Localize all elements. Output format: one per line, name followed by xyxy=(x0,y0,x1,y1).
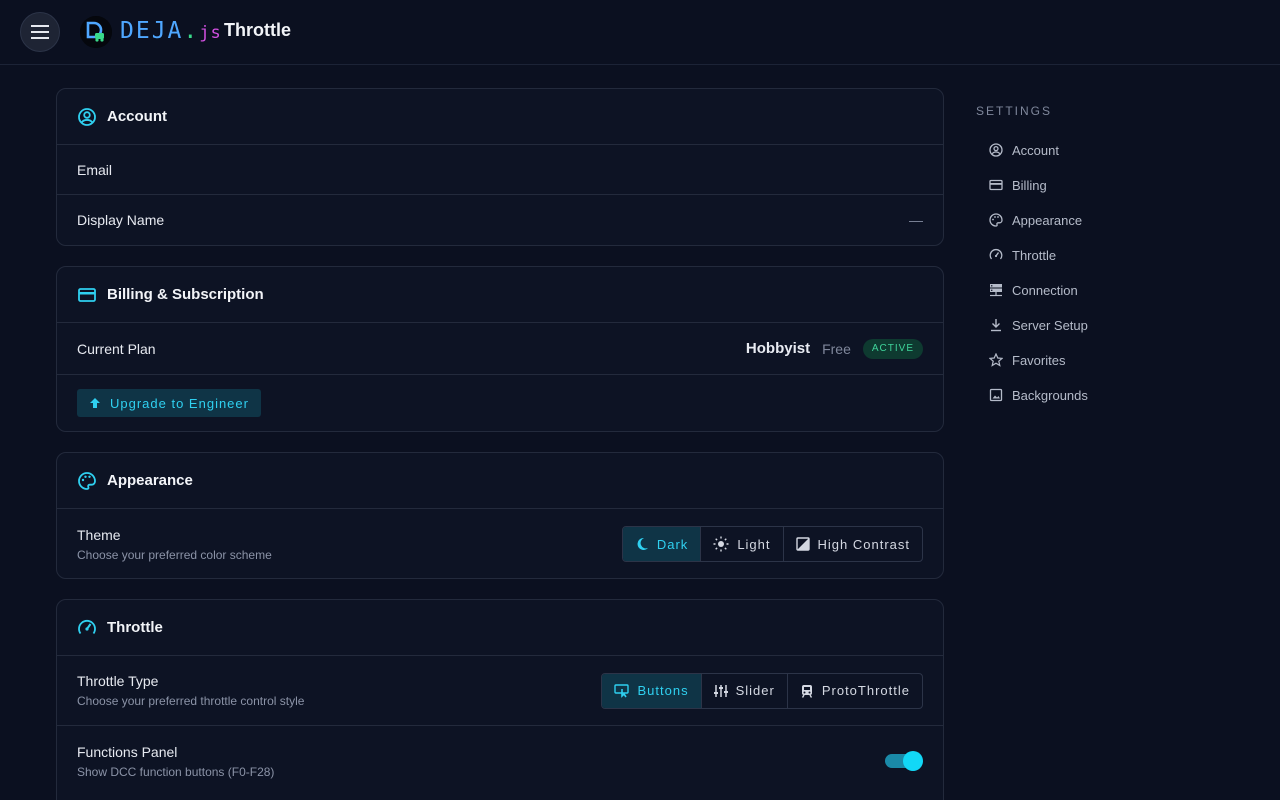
functions-panel-label: Functions Panel xyxy=(77,743,178,760)
speedometer-icon xyxy=(77,618,97,638)
sidebar-item-backgrounds[interactable]: Backgrounds xyxy=(988,385,1088,405)
throttle-type-sub: Choose your preferred throttle control s… xyxy=(77,694,305,708)
status-badge: ACTIVE xyxy=(862,338,923,359)
brand-main: DEJA xyxy=(120,18,184,44)
plan-price: Free xyxy=(822,340,851,357)
functions-panel-sub: Show DCC function buttons (F0-F28) xyxy=(77,764,275,779)
email-row: Email xyxy=(57,145,943,195)
sidebar-item-label: Account xyxy=(1012,142,1059,158)
upgrade-button[interactable]: Upgrade to Engineer xyxy=(77,389,261,417)
tune-icon xyxy=(713,684,728,697)
throttle-option-slider[interactable]: Slider xyxy=(702,673,788,708)
account-circle-icon xyxy=(77,107,97,127)
theme-option-light[interactable]: Light xyxy=(701,527,784,561)
throttle-type-row: Throttle Type Choose your preferred thro… xyxy=(57,656,943,726)
plan-name: Hobbyist xyxy=(745,340,811,357)
theme-option-light-label: Light xyxy=(737,536,771,552)
sidebar-item-label: Favorites xyxy=(1012,352,1066,368)
functions-panel-row: Functions Panel Show DCC function button… xyxy=(57,726,943,796)
throttle-type-text: Throttle Type Choose your preferred thro… xyxy=(77,673,304,708)
plan-info: Hobbyist Free ACTIVE xyxy=(745,338,923,359)
throttle-option-buttons-label: Buttons xyxy=(637,683,689,698)
sidebar-item-billing[interactable]: Billing xyxy=(988,175,1047,195)
server-network-icon xyxy=(988,282,1004,298)
account-title: Account xyxy=(107,108,167,125)
billing-card: Billing & Subscription Current Plan Hobb… xyxy=(56,266,944,432)
palette-icon xyxy=(988,212,1004,228)
throttle-title: Throttle xyxy=(107,619,163,636)
appearance-title: Appearance xyxy=(107,472,193,489)
appearance-card: Appearance Theme Choose your preferred c… xyxy=(56,452,944,579)
sidebar-item-connection[interactable]: Connection xyxy=(988,280,1078,300)
sidebar-item-favorites[interactable]: Favorites xyxy=(988,350,1065,370)
throttle-card: Throttle Throttle Type Choose your prefe… xyxy=(56,599,944,800)
sidebar-item-throttle[interactable]: Throttle xyxy=(988,245,1056,265)
theme-sub: Choose your preferred color scheme xyxy=(77,547,272,562)
sidebar-item-account[interactable]: Account xyxy=(988,140,1059,160)
theme-row: Theme Choose your preferred color scheme… xyxy=(57,509,943,579)
theme-option-dark-label: Dark xyxy=(656,536,689,552)
moon-icon xyxy=(637,537,648,550)
gesture-tap-icon xyxy=(613,683,629,698)
sidebar-item-label: Backgrounds xyxy=(1012,387,1088,403)
appearance-card-header: Appearance xyxy=(57,453,943,509)
settings-heading: SETTINGS xyxy=(976,104,1053,118)
star-icon xyxy=(988,352,1004,368)
throttle-type-selector: Buttons Slider ProtoThrottle xyxy=(600,672,923,709)
billing-title: Billing & Subscription xyxy=(107,286,264,303)
sidebar-item-label: Billing xyxy=(1012,177,1047,193)
credit-card-icon xyxy=(988,177,1004,193)
theme-selector: Dark Light High Contrast xyxy=(621,526,923,562)
sidebar-item-appearance[interactable]: Appearance xyxy=(988,210,1082,230)
throttle-type-label: Throttle Type xyxy=(77,673,159,689)
brand-js: js xyxy=(199,23,222,43)
hamburger-icon xyxy=(31,25,49,39)
throttle-option-buttons[interactable]: Buttons xyxy=(601,673,702,708)
upgrade-label: Upgrade to Engineer xyxy=(110,395,249,411)
account-card: Account Email Display Name — xyxy=(56,88,944,246)
palette-icon xyxy=(77,471,97,491)
toggle-knob xyxy=(903,751,923,771)
current-plan-row: Current Plan Hobbyist Free ACTIVE xyxy=(57,323,943,375)
sidebar-item-label: Connection xyxy=(1012,282,1078,298)
throttle-option-protothrottle-label: ProtoThrottle xyxy=(821,683,910,698)
throttle-card-header: Throttle xyxy=(57,600,943,656)
sidebar-item-label: Server Setup xyxy=(1012,317,1088,333)
theme-option-dark[interactable]: Dark xyxy=(622,527,702,561)
sidebar-item-label: Appearance xyxy=(1012,212,1083,228)
brand-wordmark: DEJA . js xyxy=(120,18,222,48)
theme-option-high-contrast[interactable]: High Contrast xyxy=(784,527,922,561)
display-name-value: — xyxy=(909,212,923,228)
contrast-icon xyxy=(795,537,810,551)
account-circle-icon xyxy=(988,142,1004,158)
theme-label: Theme xyxy=(77,526,121,543)
email-label: Email xyxy=(77,161,113,178)
image-icon xyxy=(988,387,1004,403)
arrow-up-icon xyxy=(90,398,100,408)
page-title: Throttle xyxy=(224,20,291,40)
throttle-option-protothrottle[interactable]: ProtoThrottle xyxy=(788,674,922,708)
display-name-label: Display Name xyxy=(77,212,165,228)
billing-card-header: Billing & Subscription xyxy=(57,267,943,323)
train-icon xyxy=(801,684,812,698)
speedometer-icon xyxy=(988,247,1004,263)
theme-option-high-contrast-label: High Contrast xyxy=(817,536,910,552)
sun-icon xyxy=(713,536,729,552)
functions-panel-toggle[interactable] xyxy=(885,750,923,772)
menu-button[interactable] xyxy=(20,12,60,52)
current-plan-label: Current Plan xyxy=(77,340,156,357)
upgrade-row: Upgrade to Engineer xyxy=(57,375,943,431)
sidebar-item-server-setup[interactable]: Server Setup xyxy=(988,315,1088,335)
brand-dot: . xyxy=(183,18,198,44)
functions-panel-text: Functions Panel Show DCC function button… xyxy=(77,744,274,779)
download-icon xyxy=(988,317,1004,333)
credit-card-icon xyxy=(77,285,97,305)
logo-icon[interactable] xyxy=(80,16,112,48)
theme-text: Theme Choose your preferred color scheme xyxy=(77,527,272,562)
display-name-row: Display Name — xyxy=(57,195,943,245)
account-card-header: Account xyxy=(57,89,943,145)
throttle-option-slider-label: Slider xyxy=(735,683,775,698)
sidebar-item-label: Throttle xyxy=(1012,247,1057,263)
app-header: DEJA . js Throttle xyxy=(0,0,1280,65)
